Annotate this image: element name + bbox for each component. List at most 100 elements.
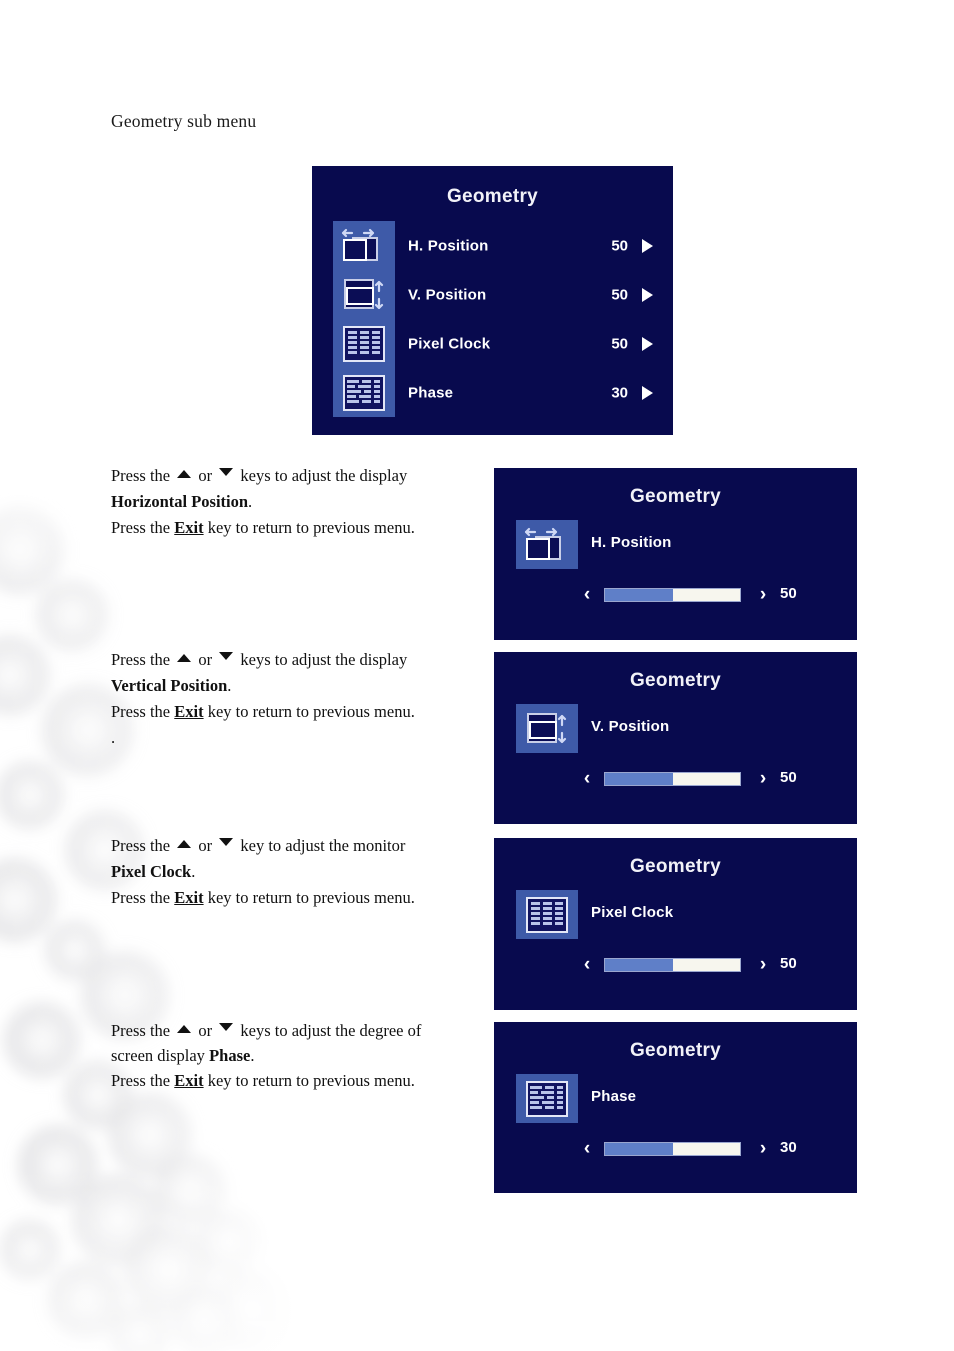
osd-panel-label: H. Position xyxy=(591,534,672,551)
slider-track[interactable] xyxy=(604,772,741,786)
menu-row-value: 30 xyxy=(611,384,628,401)
instruction-block-pixel-clock: Press the or key to adjust the monitor P… xyxy=(111,833,486,911)
instr-exit-pre: Press the xyxy=(111,888,171,907)
phase-icon xyxy=(516,1074,578,1123)
instr-pre: Press the xyxy=(111,650,171,669)
instr-exit-post: key to return to previous menu. xyxy=(207,518,415,537)
instruction-line-3: Press the Exit key to return to previous… xyxy=(111,885,486,911)
osd-panel-title: Geometry xyxy=(629,486,722,507)
osd-panel-label: V. Position xyxy=(591,718,670,735)
osd-panel-h-position: Geometry H. Position ‹ › 50 xyxy=(494,468,857,640)
instruction-line-1: Press the or keys to adjust the display xyxy=(111,463,486,489)
instr-pre: Press the xyxy=(111,836,171,855)
slider-value: 50 xyxy=(780,769,797,786)
exit-key-label: Exit xyxy=(174,518,204,537)
exit-key-label: Exit xyxy=(174,888,204,907)
menu-row-value: 50 xyxy=(611,335,628,352)
instr-exit-pre: Press the xyxy=(111,1071,171,1090)
h-position-icon xyxy=(333,221,395,270)
down-arrow-icon xyxy=(219,652,234,660)
menu-row-value: 50 xyxy=(611,237,628,254)
osd-panel-pixel-clock: Geometry Pixel Clock ‹ › 50 xyxy=(494,838,857,1010)
menu-row-phase[interactable]: Phase 30 xyxy=(312,368,673,417)
instruction-block-v-position: Press the or keys to adjust the display … xyxy=(111,647,486,751)
menu-row-h-position[interactable]: H. Position 50 xyxy=(312,221,673,270)
instr-mid: or xyxy=(198,466,213,485)
instruction-block-phase: Press the or keys to adjust the degree o… xyxy=(111,1018,486,1093)
right-triangle-icon[interactable] xyxy=(642,287,653,302)
chevron-right-icon[interactable]: › xyxy=(756,954,770,976)
osd-panel-title: Geometry xyxy=(629,856,722,877)
instruction-block-h-position: Press the or keys to adjust the display … xyxy=(111,463,486,541)
osd-main-menu: Geometry H. Position 50 V. Position 50 P… xyxy=(312,166,673,435)
chevron-left-icon[interactable]: ‹ xyxy=(580,954,594,976)
exit-key-label: Exit xyxy=(174,702,204,721)
instruction-line-3: Press the Exit key to return to previous… xyxy=(111,1068,486,1093)
slider-fill xyxy=(605,589,673,601)
right-triangle-icon[interactable] xyxy=(642,336,653,351)
menu-row-label: Phase xyxy=(408,384,454,401)
phase-icon xyxy=(333,368,395,417)
chevron-left-icon[interactable]: ‹ xyxy=(580,584,594,606)
slider-row[interactable]: ‹ › 50 xyxy=(580,954,840,976)
instr-exit-post: key to return to previous menu. xyxy=(207,888,415,907)
pixel-clock-icon xyxy=(516,890,578,939)
pixel-clock-icon xyxy=(333,319,395,368)
menu-row-label: H. Position xyxy=(408,237,489,254)
instruction-line-3: Press the Exit key to return to previous… xyxy=(111,515,486,541)
instr-term: Pixel Clock xyxy=(111,862,192,881)
right-triangle-icon[interactable] xyxy=(642,238,653,253)
instr-tail: . xyxy=(227,676,232,695)
slider-value: 50 xyxy=(780,585,797,602)
instr-post: key to adjust the monitor xyxy=(240,836,406,855)
slider-fill xyxy=(605,773,673,785)
menu-row-label: V. Position xyxy=(408,286,487,303)
chevron-right-icon[interactable]: › xyxy=(756,1138,770,1160)
menu-row-pixel-clock[interactable]: Pixel Clock 50 xyxy=(312,319,673,368)
slider-value: 30 xyxy=(780,1139,797,1156)
instruction-line-2: Vertical Position. xyxy=(111,673,486,699)
slider-fill xyxy=(605,959,673,971)
instruction-line-1: Press the or keys to adjust the display xyxy=(111,647,486,673)
slider-fill xyxy=(605,1143,673,1155)
slider-value: 50 xyxy=(780,955,797,972)
chevron-right-icon[interactable]: › xyxy=(756,584,770,606)
chevron-left-icon[interactable]: ‹ xyxy=(580,768,594,790)
down-arrow-icon xyxy=(219,1023,234,1031)
osd-panel-phase: Geometry Phase ‹ › 30 xyxy=(494,1022,857,1193)
up-arrow-icon xyxy=(177,654,192,662)
menu-row-v-position[interactable]: V. Position 50 xyxy=(312,270,673,319)
instruction-line-2: Pixel Clock. xyxy=(111,859,486,885)
osd-panel-label: Pixel Clock xyxy=(591,904,674,921)
slider-track[interactable] xyxy=(604,1142,741,1156)
instruction-line-2: screen display Phase. xyxy=(111,1043,486,1068)
slider-row[interactable]: ‹ › 50 xyxy=(580,768,840,790)
instruction-line-2: Horizontal Position. xyxy=(111,489,486,515)
v-position-icon xyxy=(333,270,395,319)
instruction-stray-period: . xyxy=(111,728,116,747)
slider-row[interactable]: ‹ › 30 xyxy=(580,1138,840,1160)
instr-post: keys to adjust the display xyxy=(240,466,408,485)
up-arrow-icon xyxy=(177,1025,192,1033)
instr-exit-pre: Press the xyxy=(111,702,171,721)
down-arrow-icon xyxy=(219,838,234,846)
chevron-left-icon[interactable]: ‹ xyxy=(580,1138,594,1160)
right-triangle-icon[interactable] xyxy=(642,385,653,400)
chevron-right-icon[interactable]: › xyxy=(756,768,770,790)
up-arrow-icon xyxy=(177,840,192,848)
instr-line2-pre: screen display xyxy=(111,1046,205,1065)
instr-tail: . xyxy=(248,492,253,511)
slider-track[interactable] xyxy=(604,958,741,972)
instruction-line-1: Press the or keys to adjust the degree o… xyxy=(111,1018,486,1043)
instr-tail: . xyxy=(191,862,196,881)
menu-row-value: 50 xyxy=(611,286,628,303)
instruction-line-1: Press the or key to adjust the monitor xyxy=(111,833,486,859)
osd-menu-title: Geometry xyxy=(446,186,539,207)
h-position-icon xyxy=(516,520,578,569)
instr-exit-post: key to return to previous menu. xyxy=(207,1071,415,1090)
osd-panel-v-position: Geometry V. Position ‹ › 50 xyxy=(494,652,857,824)
osd-panel-title: Geometry xyxy=(629,1040,722,1061)
instr-term: Phase xyxy=(209,1046,251,1065)
slider-row[interactable]: ‹ › 50 xyxy=(580,584,840,606)
slider-track[interactable] xyxy=(604,588,741,602)
